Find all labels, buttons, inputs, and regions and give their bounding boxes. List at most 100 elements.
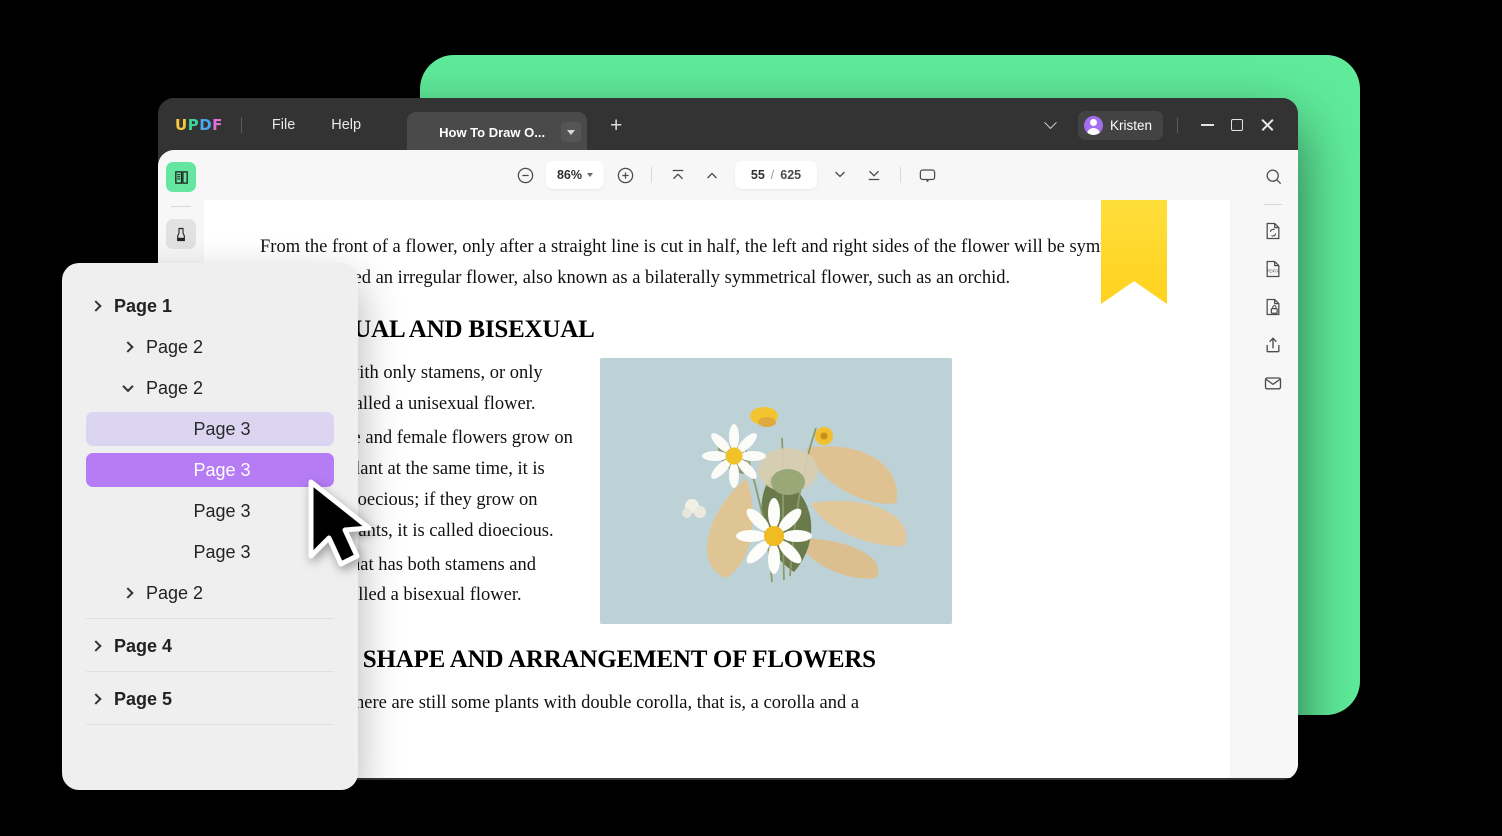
chevron-right-icon[interactable] <box>86 693 106 705</box>
outline-row-page-2-c[interactable]: Page 2 <box>86 576 334 610</box>
last-page-icon <box>868 170 880 181</box>
chevron-right-icon[interactable] <box>86 300 106 312</box>
chevron-down-icon[interactable] <box>118 380 138 393</box>
cursor-arrow-icon <box>308 479 372 567</box>
rail-divider <box>171 206 191 207</box>
document-tab[interactable]: How To Draw O... <box>407 112 588 152</box>
outline-row-label: Page 3 <box>193 541 251 562</box>
chevron-right-icon[interactable] <box>118 587 138 599</box>
protect-document-icon <box>1266 298 1280 316</box>
outline-row-page-5[interactable]: Page 5 <box>86 682 334 716</box>
page-number-field[interactable]: 55 / 625 <box>735 161 817 189</box>
search-button[interactable] <box>1257 160 1289 192</box>
pdf-a-icon: PDF/A <box>1266 260 1280 278</box>
share-icon <box>1266 337 1280 353</box>
next-page-button[interactable] <box>824 159 856 191</box>
titlebar-right-group: Kristen <box>1038 110 1298 140</box>
outline-row-page-4[interactable]: Page 4 <box>86 629 334 663</box>
first-page-button[interactable] <box>662 159 694 191</box>
chevron-down-icon <box>587 173 594 177</box>
logo-letter-f: F <box>212 116 223 134</box>
pressed-flowers-illustration <box>600 358 952 625</box>
outline-divider <box>86 724 334 725</box>
rail-divider <box>1264 204 1282 205</box>
previous-page-button[interactable] <box>696 159 728 191</box>
reader-mode-button[interactable] <box>166 162 196 192</box>
outline-divider <box>86 618 334 619</box>
comment-button[interactable] <box>911 159 943 191</box>
logo-letter-p: P <box>187 116 200 134</box>
outline-row-page-3-d[interactable]: Page 3 <box>86 535 334 569</box>
document-paragraph-2: In addition, there are still some plants… <box>260 693 860 714</box>
title-bar: U P D F File Help How To Draw O... + Kri… <box>158 98 1298 152</box>
zoom-out-icon <box>517 167 533 183</box>
logo-letter-d: D <box>199 116 213 134</box>
outline-row-label: Page 2 <box>146 377 204 398</box>
zoom-in-button[interactable] <box>609 159 641 191</box>
comment-icon <box>919 168 935 182</box>
right-tool-rail: PDF/A <box>1248 150 1298 778</box>
protect-document-button[interactable] <box>1257 291 1289 323</box>
document-paragraph-1: From the front of a flower, only after a… <box>260 237 1166 289</box>
user-account-button[interactable]: Kristen <box>1077 110 1163 140</box>
close-button[interactable] <box>1252 112 1282 138</box>
document-toolbar: 86% 55 / 625 <box>204 150 1248 200</box>
share-button[interactable] <box>1257 329 1289 361</box>
menu-file[interactable]: File <box>260 111 307 139</box>
user-name-label: Kristen <box>1109 117 1152 133</box>
avatar <box>1083 115 1103 135</box>
first-page-icon <box>672 169 684 180</box>
outline-row-label: Page 3 <box>193 459 251 480</box>
document-heading-1: UNISEXUAL AND BISEXUAL <box>260 316 595 344</box>
highlighter-icon <box>177 227 185 241</box>
highlighter-button[interactable] <box>166 219 196 249</box>
new-tab-button[interactable]: + <box>603 115 629 136</box>
chevron-down-icon[interactable] <box>1038 112 1064 138</box>
email-icon <box>1264 377 1282 390</box>
logo-letter-u: U <box>175 116 188 134</box>
zoom-level-value: 86% <box>556 168 583 182</box>
outline-row-page-1[interactable]: Page 1 <box>86 289 334 323</box>
outline-row-page-2-a[interactable]: Page 2 <box>86 330 334 364</box>
svg-text:PDF/A: PDF/A <box>1266 268 1279 273</box>
email-button[interactable] <box>1257 367 1289 399</box>
zoom-in-icon <box>617 167 633 183</box>
search-icon <box>1266 169 1281 184</box>
outline-row-page-3-c[interactable]: Page 3 <box>86 494 334 528</box>
outline-row-page-3-b[interactable]: Page 3 <box>86 453 334 487</box>
chevron-right-icon[interactable] <box>118 341 138 353</box>
document-tab-title: How To Draw O... <box>439 124 546 140</box>
last-page-button[interactable] <box>858 159 890 191</box>
convert-pdf-button[interactable] <box>1257 215 1289 247</box>
zoom-level-selector[interactable]: 86% <box>546 161 604 189</box>
minimize-button[interactable] <box>1192 112 1222 138</box>
screenshot-stage: U P D F File Help How To Draw O... + Kri… <box>0 0 1502 836</box>
total-pages-value: 625 <box>780 168 802 182</box>
pdf-a-button[interactable]: PDF/A <box>1257 253 1289 285</box>
maximize-button[interactable] <box>1222 112 1252 138</box>
outline-row-label: Page 3 <box>193 418 251 439</box>
outline-row-label: Page 5 <box>114 688 173 709</box>
zoom-out-button[interactable] <box>509 159 541 191</box>
document-area: 86% 55 / 625 From the front of a flower,… <box>204 150 1248 778</box>
outline-row-page-2-b[interactable]: Page 2 <box>86 371 334 405</box>
chevron-right-icon[interactable] <box>86 640 106 652</box>
previous-page-icon <box>707 172 717 179</box>
document-image <box>600 358 952 625</box>
chevron-down-icon[interactable] <box>561 122 582 142</box>
next-page-icon <box>835 171 845 178</box>
outline-row-label: Page 4 <box>114 635 173 656</box>
reader-mode-icon <box>174 170 188 184</box>
current-page-value: 55 <box>750 168 765 182</box>
titlebar-divider <box>1177 117 1178 133</box>
menu-help[interactable]: Help <box>319 111 373 139</box>
outline-divider <box>86 671 334 672</box>
outline-row-page-3-a[interactable]: Page 3 <box>86 412 334 446</box>
updf-logo: U P D F <box>175 116 223 134</box>
outline-row-label: Page 2 <box>146 336 204 357</box>
mouse-cursor <box>305 478 379 570</box>
outline-row-label: Page 1 <box>114 295 173 316</box>
outline-row-label: Page 3 <box>193 500 251 521</box>
page-separator: / <box>770 168 775 182</box>
document-heading-2: COLOR, SHAPE AND ARRANGEMENT OF FLOWERS <box>260 646 876 674</box>
